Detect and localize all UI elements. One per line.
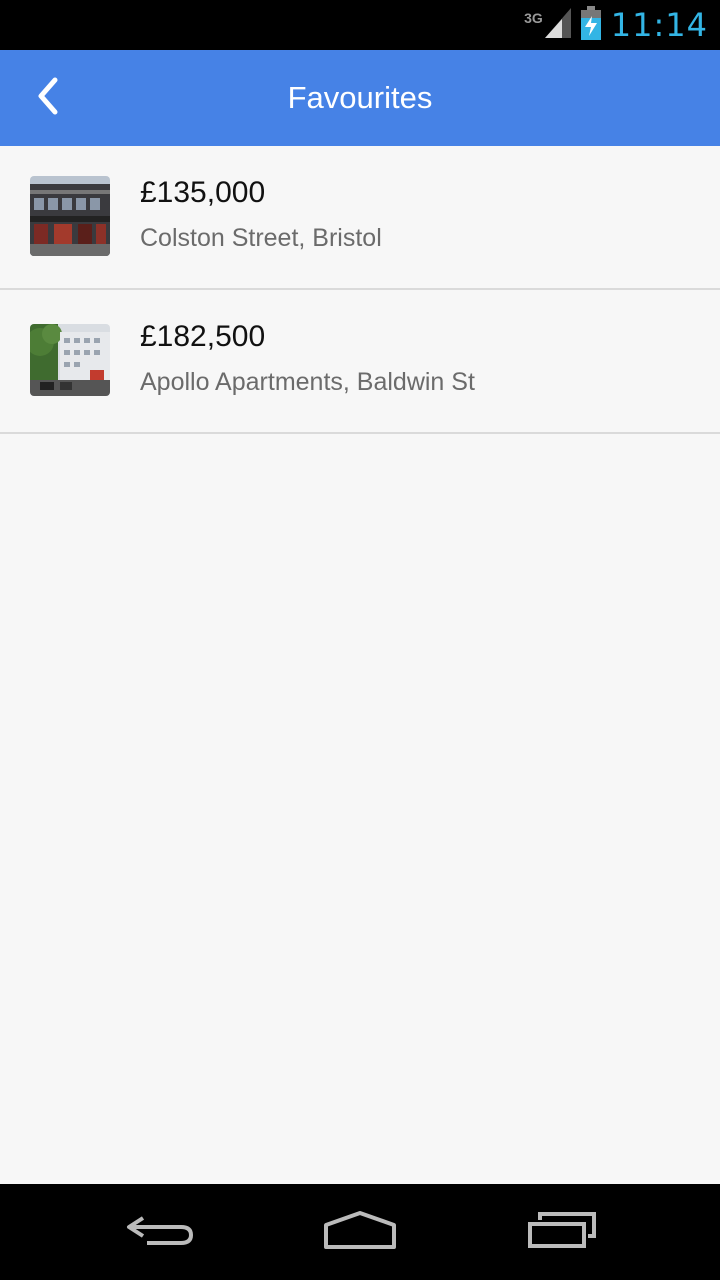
list-item[interactable]: £135,000 Colston Street, Bristol xyxy=(0,146,720,290)
action-bar: Favourites xyxy=(0,50,720,146)
property-address: Apollo Apartments, Baldwin St xyxy=(140,368,475,396)
network-type-label: 3G xyxy=(524,10,543,26)
signal-icon xyxy=(544,7,571,43)
back-arrow-icon xyxy=(125,1210,195,1255)
navigation-bar xyxy=(0,1184,720,1280)
property-price: £182,500 xyxy=(140,320,266,353)
clock: 11:14 xyxy=(610,6,708,44)
home-icon xyxy=(322,1209,398,1256)
status-icons: 3G 11:14 xyxy=(524,0,708,50)
property-thumbnail xyxy=(30,324,110,396)
list-item[interactable]: £182,500 Apollo Apartments, Baldwin St xyxy=(0,290,720,434)
property-price: £135,000 xyxy=(140,176,266,209)
chevron-left-icon xyxy=(33,76,63,121)
favourites-list: £135,000 Colston Street, Bristol £182,50… xyxy=(0,146,720,434)
back-button[interactable] xyxy=(22,72,74,124)
property-address: Colston Street, Bristol xyxy=(140,224,382,252)
battery-charging-icon xyxy=(580,5,601,45)
nav-home-button[interactable] xyxy=(320,1204,400,1260)
nav-recent-apps-button[interactable] xyxy=(520,1204,604,1260)
recent-apps-icon xyxy=(526,1210,598,1255)
property-thumbnail xyxy=(30,176,110,256)
status-bar: 3G 11:14 xyxy=(0,0,720,50)
page-title: Favourites xyxy=(287,80,433,115)
nav-back-button[interactable] xyxy=(120,1204,200,1260)
